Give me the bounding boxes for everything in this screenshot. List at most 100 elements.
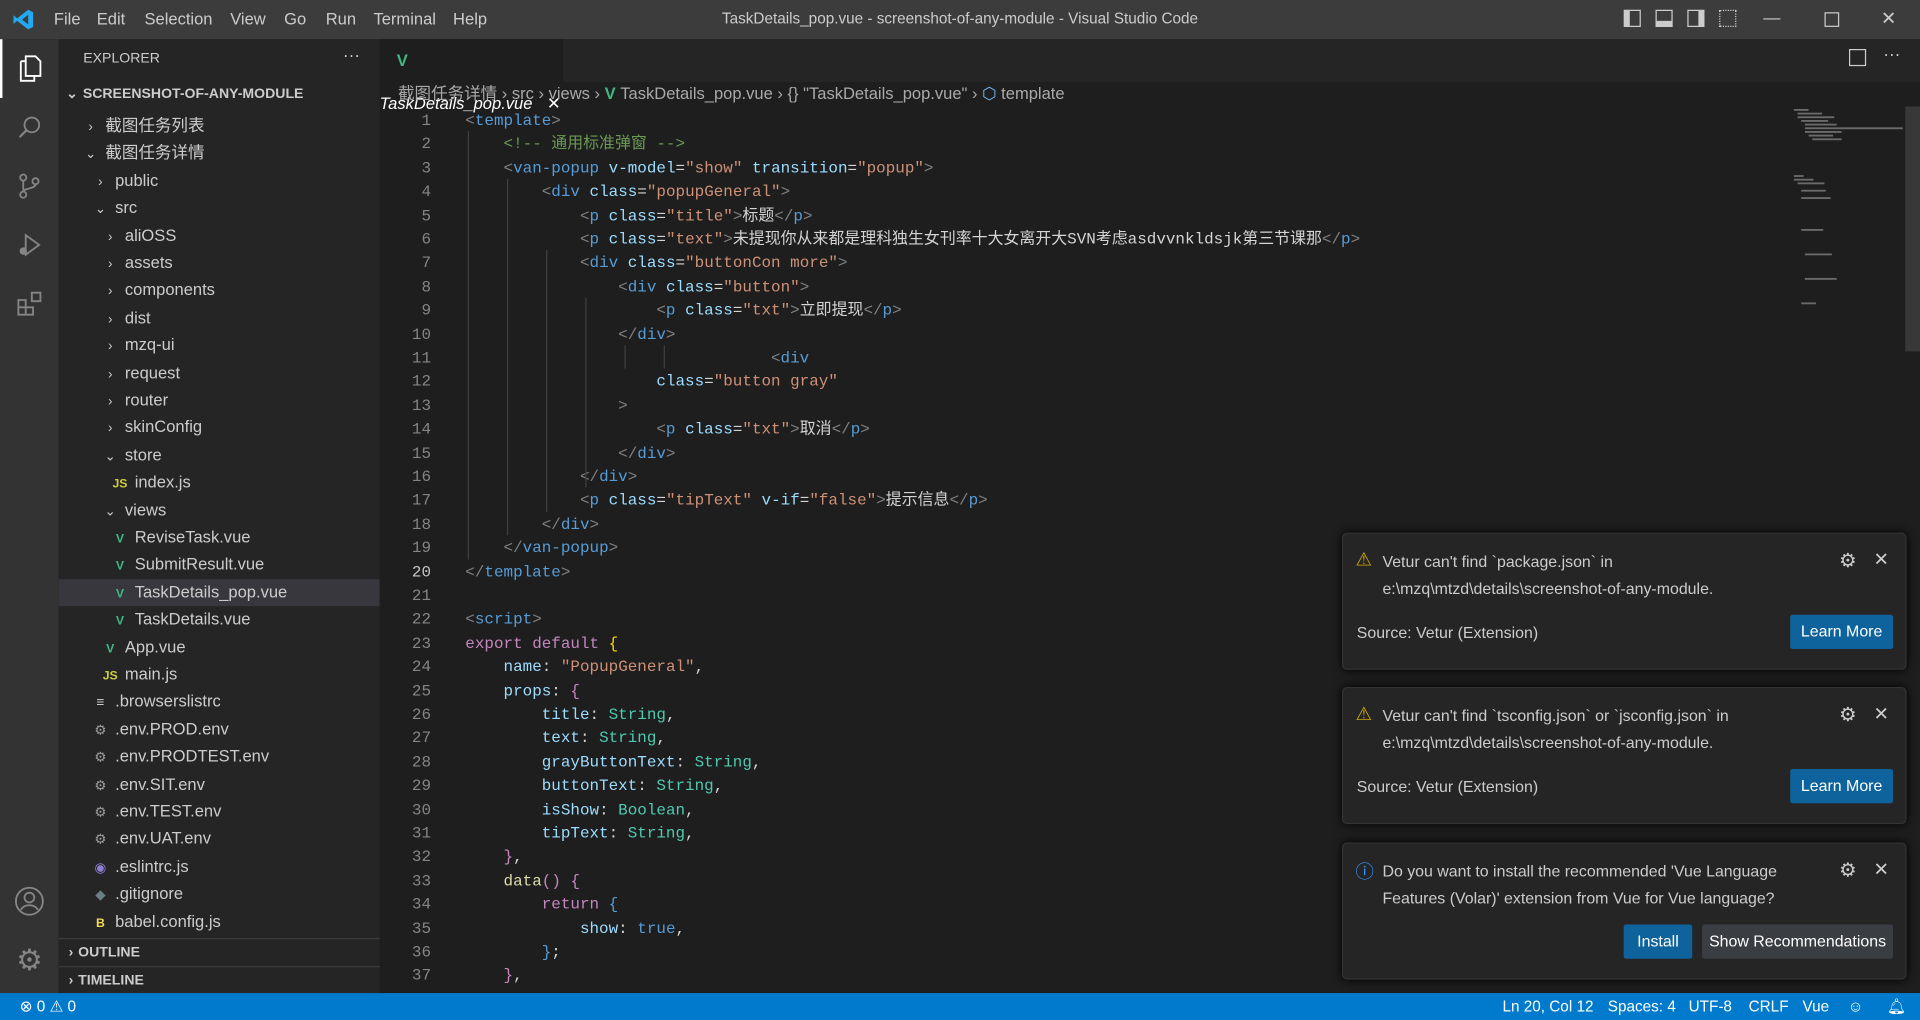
- toggle-secondary-sidebar-icon[interactable]: [1687, 9, 1705, 27]
- notification-settings-gear-icon[interactable]: ⚙: [1839, 703, 1857, 727]
- code-token: p: [850, 420, 861, 439]
- explorer-icon[interactable]: [0, 39, 59, 98]
- tree-item[interactable]: JS index.js: [59, 469, 380, 496]
- tree-item[interactable]: ◆ .gitignore: [59, 881, 380, 908]
- status-bar: ⊗ 0 ⚠ 0 Ln 20, Col 12 Spaces: 4 UTF-8 CR…: [0, 993, 1920, 1020]
- search-icon[interactable]: [0, 98, 59, 157]
- extensions-icon[interactable]: [0, 274, 59, 333]
- restore-button[interactable]: [1824, 12, 1840, 27]
- vue-file-icon: V: [604, 84, 621, 103]
- breadcrumb-item[interactable]: {} "TaskDetails_pop.vue": [788, 84, 968, 102]
- timeline-section[interactable]: › TIMELINE: [58, 966, 380, 994]
- toggle-sidebar-icon[interactable]: [1623, 9, 1641, 27]
- code-token: props: [503, 681, 552, 700]
- encoding[interactable]: UTF-8: [1689, 993, 1732, 1020]
- breadcrumb-item[interactable]: template: [1001, 84, 1064, 102]
- tree-item[interactable]: ⌄ views: [59, 497, 380, 524]
- notification-button[interactable]: Install: [1623, 924, 1693, 959]
- minimap[interactable]: [1788, 107, 1904, 315]
- tree-item[interactable]: ≡ .browserslistrc: [59, 689, 380, 716]
- notification-message: Vetur can't find `tsconfig.json` or `jsc…: [1382, 706, 1729, 752]
- indentation[interactable]: Spaces: 4: [1608, 993, 1676, 1020]
- breadcrumb-item[interactable]: src: [512, 84, 534, 102]
- tree-item[interactable]: Bbabel.config.js: [59, 908, 380, 935]
- tree-item[interactable]: ⚙ .env.SIT.env: [59, 771, 380, 798]
- tree-item[interactable]: ⚙ .env.PROD.env: [59, 716, 380, 743]
- tree-item[interactable]: V TaskDetails_pop.vue: [58, 578, 380, 606]
- code-token: class: [627, 253, 676, 273]
- scrollbar-thumb[interactable]: [1905, 106, 1920, 352]
- code-token: p: [665, 420, 676, 439]
- tree-item[interactable]: ◉ .eslintrc.js: [59, 853, 380, 880]
- notification-close-icon[interactable]: ✕: [1873, 703, 1888, 725]
- customize-layout-icon[interactable]: [1719, 9, 1737, 27]
- notification-button[interactable]: Learn More: [1790, 768, 1894, 804]
- tree-item[interactable]: › dist: [59, 305, 380, 332]
- tree-item[interactable]: V App.vue: [59, 634, 380, 661]
- outline-section[interactable]: › OUTLINE: [58, 937, 380, 966]
- split-editor-icon[interactable]: [1848, 48, 1867, 67]
- tree-item[interactable]: ⌄ src: [59, 195, 380, 222]
- code-token: div: [637, 443, 666, 463]
- manage-gear-icon[interactable]: ⚙: [0, 931, 59, 990]
- tree-item[interactable]: V SubmitResult.vue: [59, 551, 380, 578]
- toggle-panel-icon[interactable]: [1655, 9, 1673, 27]
- tree-item[interactable]: › mzq-ui: [59, 332, 380, 359]
- notification-close-icon[interactable]: ✕: [1873, 858, 1888, 881]
- cursor-position[interactable]: Ln 20, Col 12: [1502, 993, 1593, 1020]
- code-token: "txt": [742, 420, 791, 439]
- problems-indicator[interactable]: ⊗ 0 ⚠ 0: [20, 993, 76, 1020]
- notification-button[interactable]: Learn More: [1790, 614, 1894, 649]
- notifications-bell-icon[interactable]: 🔔︎: [1887, 993, 1906, 1020]
- tree-item[interactable]: › public: [59, 168, 380, 195]
- feedback-icon[interactable]: ☺: [1848, 993, 1864, 1020]
- breadcrumb-item[interactable]: views: [549, 84, 590, 102]
- line-ending[interactable]: CRLF: [1749, 993, 1789, 1020]
- minimize-button[interactable]: —: [1763, 7, 1780, 27]
- breadcrumb-item[interactable]: 截图任务详情: [398, 84, 497, 102]
- tree-item[interactable]: › request: [59, 360, 380, 387]
- tree-item[interactable]: ⚙ .env.TEST.env: [59, 798, 380, 825]
- run-debug-icon[interactable]: [0, 216, 59, 275]
- tree-item[interactable]: › 截图任务列表: [59, 113, 380, 140]
- notification-settings-gear-icon[interactable]: ⚙: [1839, 549, 1857, 573]
- breadcrumb-item[interactable]: TaskDetails_pop.vue: [620, 84, 773, 102]
- tree-item[interactable]: › assets: [59, 250, 380, 277]
- info-icon: ⓘ: [1355, 862, 1374, 883]
- tree-item[interactable]: › aliOSS: [59, 222, 380, 249]
- tree-item[interactable]: ⌄ store: [59, 442, 380, 469]
- line-number: 24: [411, 657, 432, 677]
- tree-item[interactable]: ⚙ .env.UAT.env: [59, 826, 380, 853]
- workspace-root[interactable]: ⌄ SCREENSHOT-OF-ANY-MODULE: [59, 81, 380, 108]
- editor-more-icon[interactable]: ···: [1883, 44, 1900, 64]
- tree-item[interactable]: JS main.js: [59, 661, 380, 688]
- tree-item[interactable]: V ReviseTask.vue: [59, 524, 380, 551]
- code-line: show: true,: [465, 917, 685, 941]
- tree-item[interactable]: ⚙ .env.PRODTEST.env: [59, 743, 380, 770]
- code-token: </: [831, 420, 851, 439]
- code-line: export default {: [465, 632, 618, 656]
- gear-icon: ⚙: [94, 833, 107, 848]
- notification-button[interactable]: Show Recommendations: [1702, 924, 1894, 959]
- code-token: van-popup: [522, 539, 609, 558]
- source-control-icon[interactable]: [0, 157, 59, 216]
- language-mode[interactable]: Vue: [1802, 993, 1829, 1020]
- notification-settings-gear-icon[interactable]: ⚙: [1839, 858, 1857, 882]
- tab-taskdetails-pop[interactable]: V TaskDetails_pop.vue ✕: [379, 39, 564, 113]
- accounts-icon[interactable]: [0, 872, 59, 931]
- notification-close-icon[interactable]: ✕: [1873, 549, 1888, 571]
- tree-item[interactable]: ⌄ 截图任务详情: [59, 140, 380, 167]
- tree-item[interactable]: › router: [59, 387, 380, 414]
- close-window-button[interactable]: ✕: [1881, 7, 1896, 30]
- line-number: 33: [411, 871, 432, 890]
- more-actions-icon[interactable]: ···: [343, 45, 360, 65]
- tree-item[interactable]: › skinConfig: [59, 414, 380, 441]
- chevron-down-icon: ⌄: [84, 147, 97, 163]
- tree-item[interactable]: V TaskDetails.vue: [59, 606, 380, 633]
- js-icon: JS: [102, 669, 118, 684]
- code-token: "false": [809, 491, 877, 510]
- code-token: {: [608, 895, 619, 914]
- tree-item[interactable]: › components: [59, 277, 380, 304]
